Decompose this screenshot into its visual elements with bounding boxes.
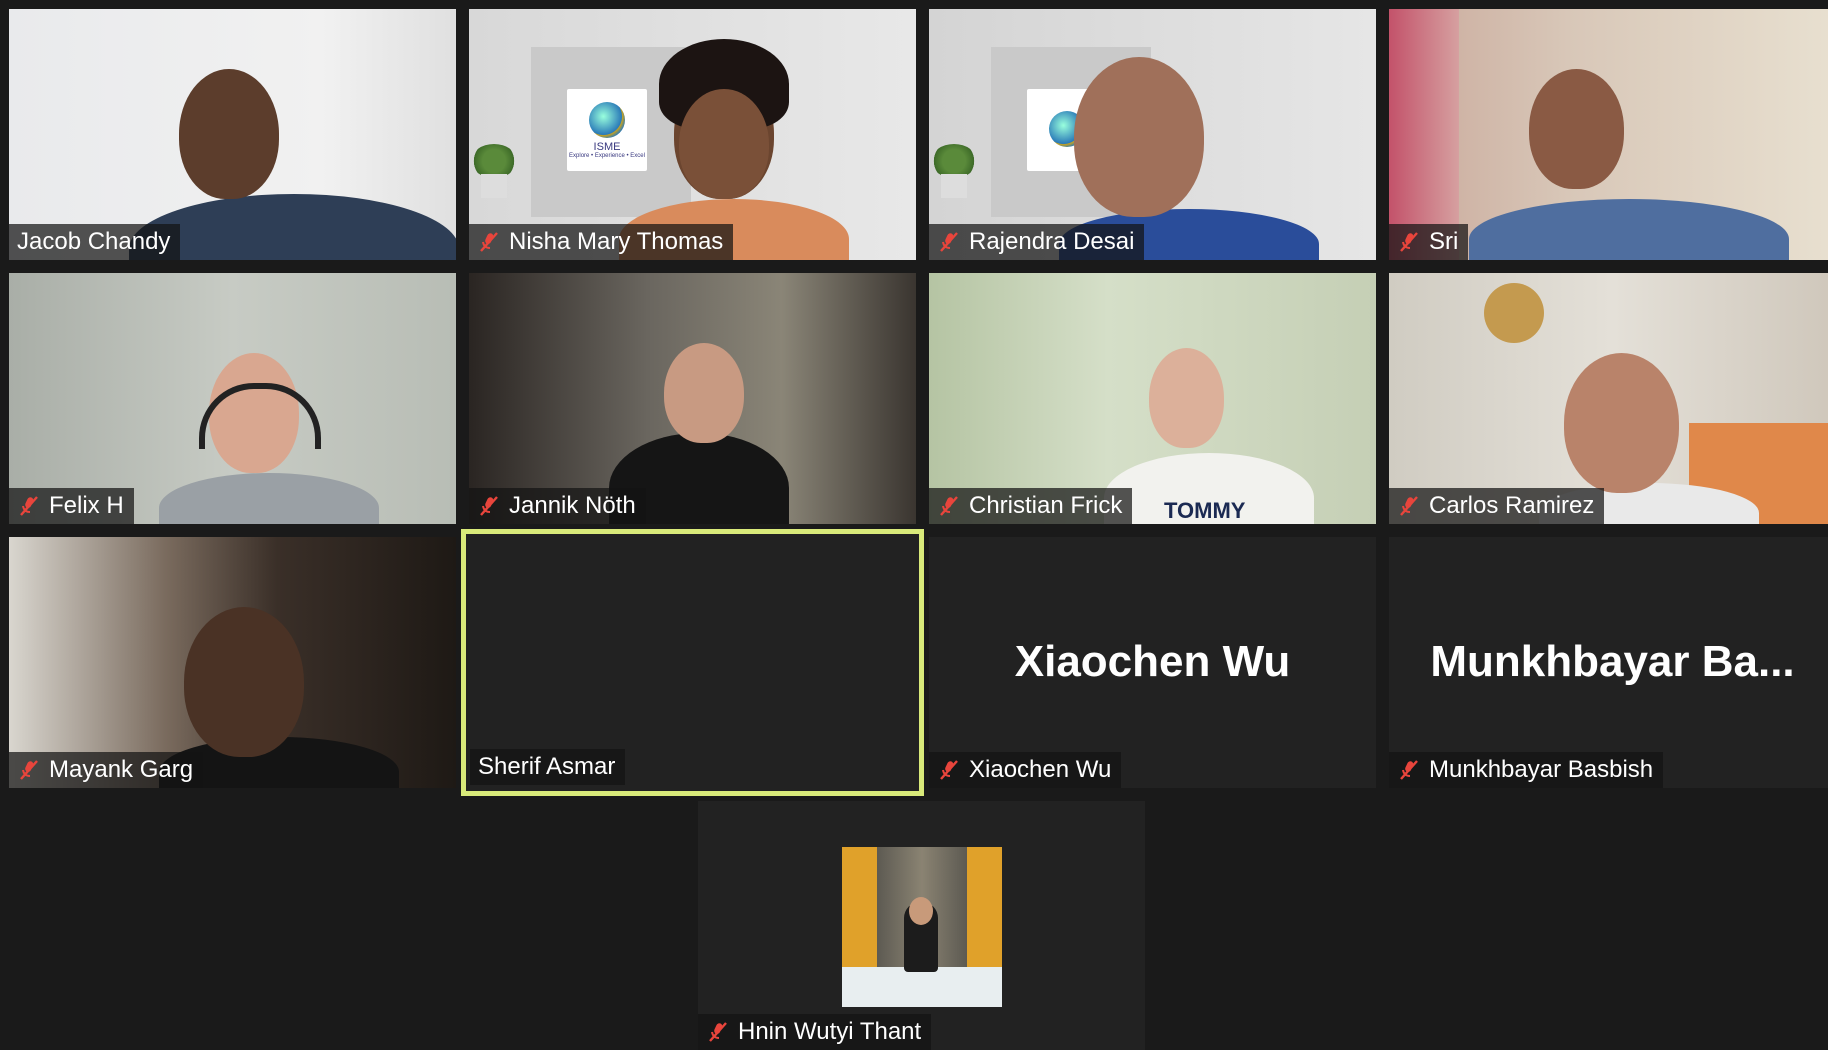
video-tile[interactable]: Jannik Nöth — [469, 273, 916, 524]
participant-video — [469, 273, 916, 524]
participant-nameplate: Sri — [1389, 224, 1469, 260]
isme-logo: ISME Explore • Experience • Excel — [567, 89, 647, 171]
plant-pot — [481, 174, 507, 198]
participant-video — [929, 9, 1376, 260]
participant-video — [1389, 273, 1828, 524]
participant-name: Munkhbayar Basbish — [1429, 756, 1654, 783]
active-speaker-tile[interactable]: Sherif Asmar — [461, 529, 924, 796]
video-tile[interactable]: Xiaochen Wu Xiaochen Wu — [929, 537, 1376, 788]
video-tile[interactable]: Munkhbayar Ba... Munkhbayar Basbish — [1389, 537, 1828, 788]
mic-muted-icon — [477, 230, 501, 254]
participant-nameplate: Jacob Chandy — [9, 224, 181, 260]
video-tile[interactable]: TOMMY Christian Frick — [929, 273, 1376, 524]
video-tile[interactable]: Carlos Ramirez — [1389, 273, 1828, 524]
video-tile[interactable]: Jacob Chandy — [9, 9, 456, 260]
video-off-name: Xiaochen Wu — [1014, 637, 1291, 686]
participant-nameplate: Munkhbayar Basbish — [1389, 752, 1664, 788]
participant-name: Mayank Garg — [49, 756, 194, 783]
participant-name: Sri — [1429, 228, 1459, 255]
shirt-text: TOMMY — [1164, 498, 1246, 523]
video-tile[interactable]: Rajendra Desai — [929, 9, 1376, 260]
participant-name: Nisha Mary Thomas — [509, 228, 724, 255]
participant-name: Felix H — [49, 492, 124, 519]
mic-muted-icon — [937, 230, 961, 254]
participant-video — [1389, 9, 1828, 260]
profile-picture — [842, 847, 1002, 1007]
mic-muted-icon — [1397, 494, 1421, 518]
participant-name: Xiaochen Wu — [969, 756, 1112, 783]
participant-nameplate: Nisha Mary Thomas — [469, 224, 734, 260]
participant-name: Christian Frick — [969, 492, 1123, 519]
globe-icon — [589, 101, 625, 138]
participant-nameplate: Christian Frick — [929, 488, 1133, 524]
participant-video — [9, 273, 456, 524]
participant-nameplate: Xiaochen Wu — [929, 752, 1122, 788]
mic-muted-icon — [706, 1020, 730, 1044]
mic-muted-icon — [1397, 758, 1421, 782]
participant-nameplate: Carlos Ramirez — [1389, 488, 1605, 524]
mic-muted-icon — [17, 758, 41, 782]
participant-nameplate: Jannik Nöth — [469, 488, 646, 524]
participant-name: Jacob Chandy — [17, 228, 171, 255]
participant-video — [9, 537, 456, 788]
participant-video — [9, 9, 456, 260]
participant-name: Hnin Wutyi Thant — [738, 1018, 922, 1045]
mic-muted-icon — [937, 758, 961, 782]
participant-nameplate: Hnin Wutyi Thant — [698, 1014, 932, 1050]
mic-muted-icon — [1397, 230, 1421, 254]
plant-decor — [931, 144, 977, 178]
participant-name: Rajendra Desai — [969, 228, 1135, 255]
mic-muted-icon — [477, 494, 501, 518]
mic-muted-icon — [937, 494, 961, 518]
participant-nameplate: Felix H — [9, 488, 134, 524]
video-tile[interactable]: ISME Explore • Experience • Excel Nisha … — [469, 9, 916, 260]
participant-name: Carlos Ramirez — [1429, 492, 1595, 519]
video-tile[interactable]: Mayank Garg — [9, 537, 456, 788]
participant-nameplate: Mayank Garg — [9, 752, 204, 788]
participant-nameplate: Sherif Asmar — [470, 749, 626, 785]
plant-decor — [471, 144, 517, 178]
participant-name: Sherif Asmar — [478, 753, 616, 780]
participant-video: ISME Explore • Experience • Excel — [469, 9, 916, 260]
video-tile[interactable]: Sri — [1389, 9, 1828, 260]
participant-name: Jannik Nöth — [509, 492, 636, 519]
plant-pot — [941, 174, 967, 198]
participant-nameplate: Rajendra Desai — [929, 224, 1145, 260]
video-off-name: Munkhbayar Ba... — [1430, 637, 1795, 686]
mic-muted-icon — [17, 494, 41, 518]
participant-video: TOMMY — [929, 273, 1376, 524]
video-tile[interactable]: Felix H — [9, 273, 456, 524]
video-tile[interactable]: Hnin Wutyi Thant — [698, 801, 1145, 1050]
